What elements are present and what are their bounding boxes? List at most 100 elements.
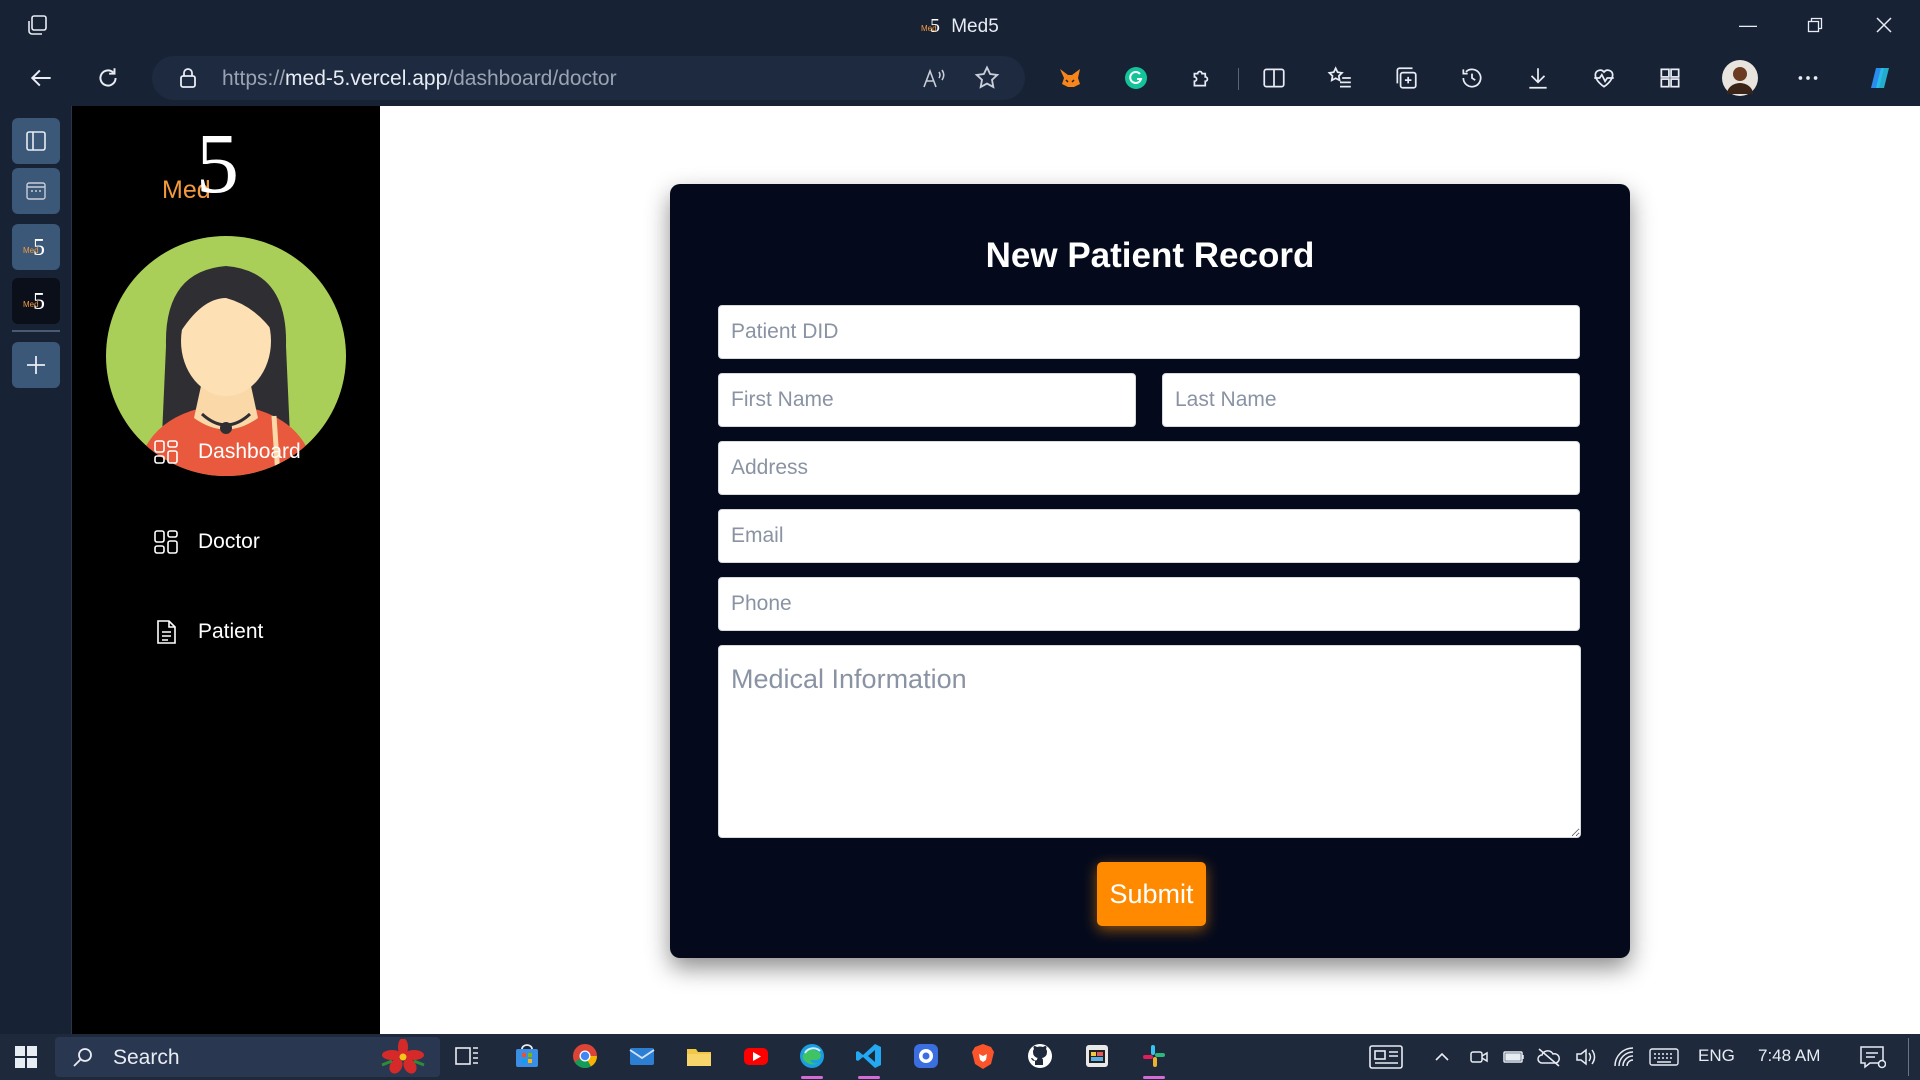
minimize-button[interactable]: — xyxy=(1726,10,1770,40)
tab-actions-button[interactable] xyxy=(12,118,60,164)
sidebar-item-doctor[interactable]: Doctor xyxy=(152,522,260,562)
sidebar-item-patient[interactable]: Patient xyxy=(152,612,263,652)
split-screen-icon xyxy=(1263,68,1285,88)
windows-start-icon[interactable] xyxy=(14,1045,38,1069)
tab-item-1[interactable] xyxy=(12,168,60,214)
med5-logo[interactable]: Med 5 xyxy=(162,120,252,212)
file-explorer-icon[interactable] xyxy=(684,1041,714,1071)
clock[interactable]: 7:48 AM xyxy=(1758,1046,1820,1066)
sidebar-item-label: Patient xyxy=(198,620,264,643)
main-content: New Patient Record Submit xyxy=(380,106,1920,1034)
url-path: /dashboard/doctor xyxy=(447,67,617,90)
vscode-icon[interactable] xyxy=(854,1041,884,1071)
puzzle-icon xyxy=(1193,70,1209,87)
taskbar-search[interactable]: Search xyxy=(55,1037,440,1077)
app-sidebar: Med 5 Dashboard Doctor Patient xyxy=(72,106,380,1034)
media-app-icon[interactable] xyxy=(1082,1041,1112,1071)
news-widget-icon[interactable] xyxy=(1368,1044,1404,1070)
tab-separator xyxy=(12,330,60,332)
email-field[interactable] xyxy=(718,509,1580,563)
tab-item-med5[interactable]: Med 5 xyxy=(12,224,60,270)
favorites-list-icon xyxy=(1327,66,1351,88)
url-text[interactable]: https://med-5.vercel.app/dashboard/docto… xyxy=(222,67,617,91)
extensions-button[interactable] xyxy=(1184,60,1220,96)
history-button[interactable] xyxy=(1454,60,1490,96)
language-indicator[interactable]: ENG xyxy=(1698,1046,1735,1066)
signal-app-icon[interactable] xyxy=(911,1041,941,1071)
collections-button[interactable] xyxy=(1388,60,1424,96)
keyboard-icon[interactable] xyxy=(1648,1046,1680,1068)
back-arrow-icon xyxy=(30,69,51,87)
first-name-field[interactable] xyxy=(718,373,1136,427)
refresh-button[interactable] xyxy=(90,60,126,96)
restore-button[interactable] xyxy=(1793,10,1837,40)
phone-field[interactable] xyxy=(718,577,1580,631)
fox-icon xyxy=(1060,69,1080,87)
new-tab-button[interactable] xyxy=(12,342,60,388)
med5-favicon: Med 5 xyxy=(921,15,940,36)
poinsettia-icon xyxy=(381,1039,425,1074)
tab-item-med5-active[interactable]: Med 5 xyxy=(12,278,60,324)
wifi-icon[interactable] xyxy=(1612,1046,1636,1068)
windows-taskbar: Search ENG 7:48 AM xyxy=(0,1034,1920,1080)
volume-icon[interactable] xyxy=(1574,1046,1598,1068)
close-button[interactable] xyxy=(1862,10,1906,40)
collections-icon xyxy=(1396,67,1417,89)
profile-button[interactable] xyxy=(1722,60,1758,96)
performance-button[interactable] xyxy=(1586,60,1622,96)
address-bar[interactable]: https://med-5.vercel.app/dashboard/docto… xyxy=(152,56,1025,100)
profile-avatar-icon xyxy=(1722,60,1758,96)
edge-icon[interactable] xyxy=(797,1041,827,1071)
heartbeat-icon xyxy=(1594,69,1614,88)
split-screen-button[interactable] xyxy=(1256,60,1292,96)
last-name-field[interactable] xyxy=(1162,373,1580,427)
plus-icon xyxy=(27,356,45,374)
patient-did-field[interactable] xyxy=(718,305,1580,359)
sidebar-item-label: Dashboard xyxy=(198,440,301,463)
webpage-icon xyxy=(26,182,46,200)
search-label: Search xyxy=(113,1046,180,1069)
favorite-star-icon[interactable] xyxy=(973,64,1001,92)
back-button[interactable] xyxy=(24,60,60,96)
brave-icon[interactable] xyxy=(968,1041,998,1071)
battery-icon[interactable] xyxy=(1502,1046,1526,1068)
history-icon xyxy=(1462,68,1482,88)
refresh-icon xyxy=(99,68,117,87)
chevron-up-icon[interactable] xyxy=(1432,1047,1452,1067)
browser-titlebar: Med 5 Med5 — xyxy=(0,0,1920,50)
vertical-tab-strip: Med 5 Med 5 xyxy=(0,106,72,1034)
show-desktop-button[interactable] xyxy=(1908,1038,1909,1076)
more-dots-icon xyxy=(1798,76,1818,80)
settings-more-button[interactable] xyxy=(1790,60,1826,96)
microsoft-store-icon[interactable] xyxy=(512,1041,542,1071)
downloads-button[interactable] xyxy=(1520,60,1556,96)
new-patient-form-card: New Patient Record Submit xyxy=(670,184,1630,958)
onedrive-offline-icon[interactable] xyxy=(1536,1046,1562,1068)
grammarly-icon xyxy=(1125,67,1147,89)
address-field[interactable] xyxy=(718,441,1580,495)
medical-information-field[interactable] xyxy=(718,645,1581,838)
read-aloud-icon[interactable] xyxy=(921,66,947,92)
document-icon xyxy=(157,620,176,644)
slack-icon[interactable] xyxy=(1139,1041,1169,1071)
submit-button[interactable]: Submit xyxy=(1097,862,1206,926)
youtube-icon[interactable] xyxy=(741,1041,771,1071)
toolbar-divider xyxy=(1238,68,1239,90)
meet-now-icon[interactable] xyxy=(1468,1046,1490,1068)
github-icon[interactable] xyxy=(1025,1041,1055,1071)
task-view-icon[interactable] xyxy=(452,1041,482,1071)
apps-button[interactable] xyxy=(1652,60,1688,96)
svg-text:5: 5 xyxy=(33,235,45,261)
grammarly-extension-button[interactable] xyxy=(1118,60,1154,96)
restore-icon xyxy=(1807,17,1823,33)
sidebar-item-dashboard[interactable]: Dashboard xyxy=(152,432,301,472)
favorites-button[interactable] xyxy=(1322,60,1358,96)
copilot-button[interactable] xyxy=(1862,60,1898,96)
chrome-icon[interactable] xyxy=(570,1041,600,1071)
lock-icon[interactable] xyxy=(176,66,200,90)
mail-icon[interactable] xyxy=(627,1041,657,1071)
notifications-icon[interactable] xyxy=(1858,1044,1886,1070)
copilot-icon xyxy=(1871,68,1889,88)
tab-actions-icon xyxy=(26,131,46,151)
metamask-extension-button[interactable] xyxy=(1052,60,1088,96)
